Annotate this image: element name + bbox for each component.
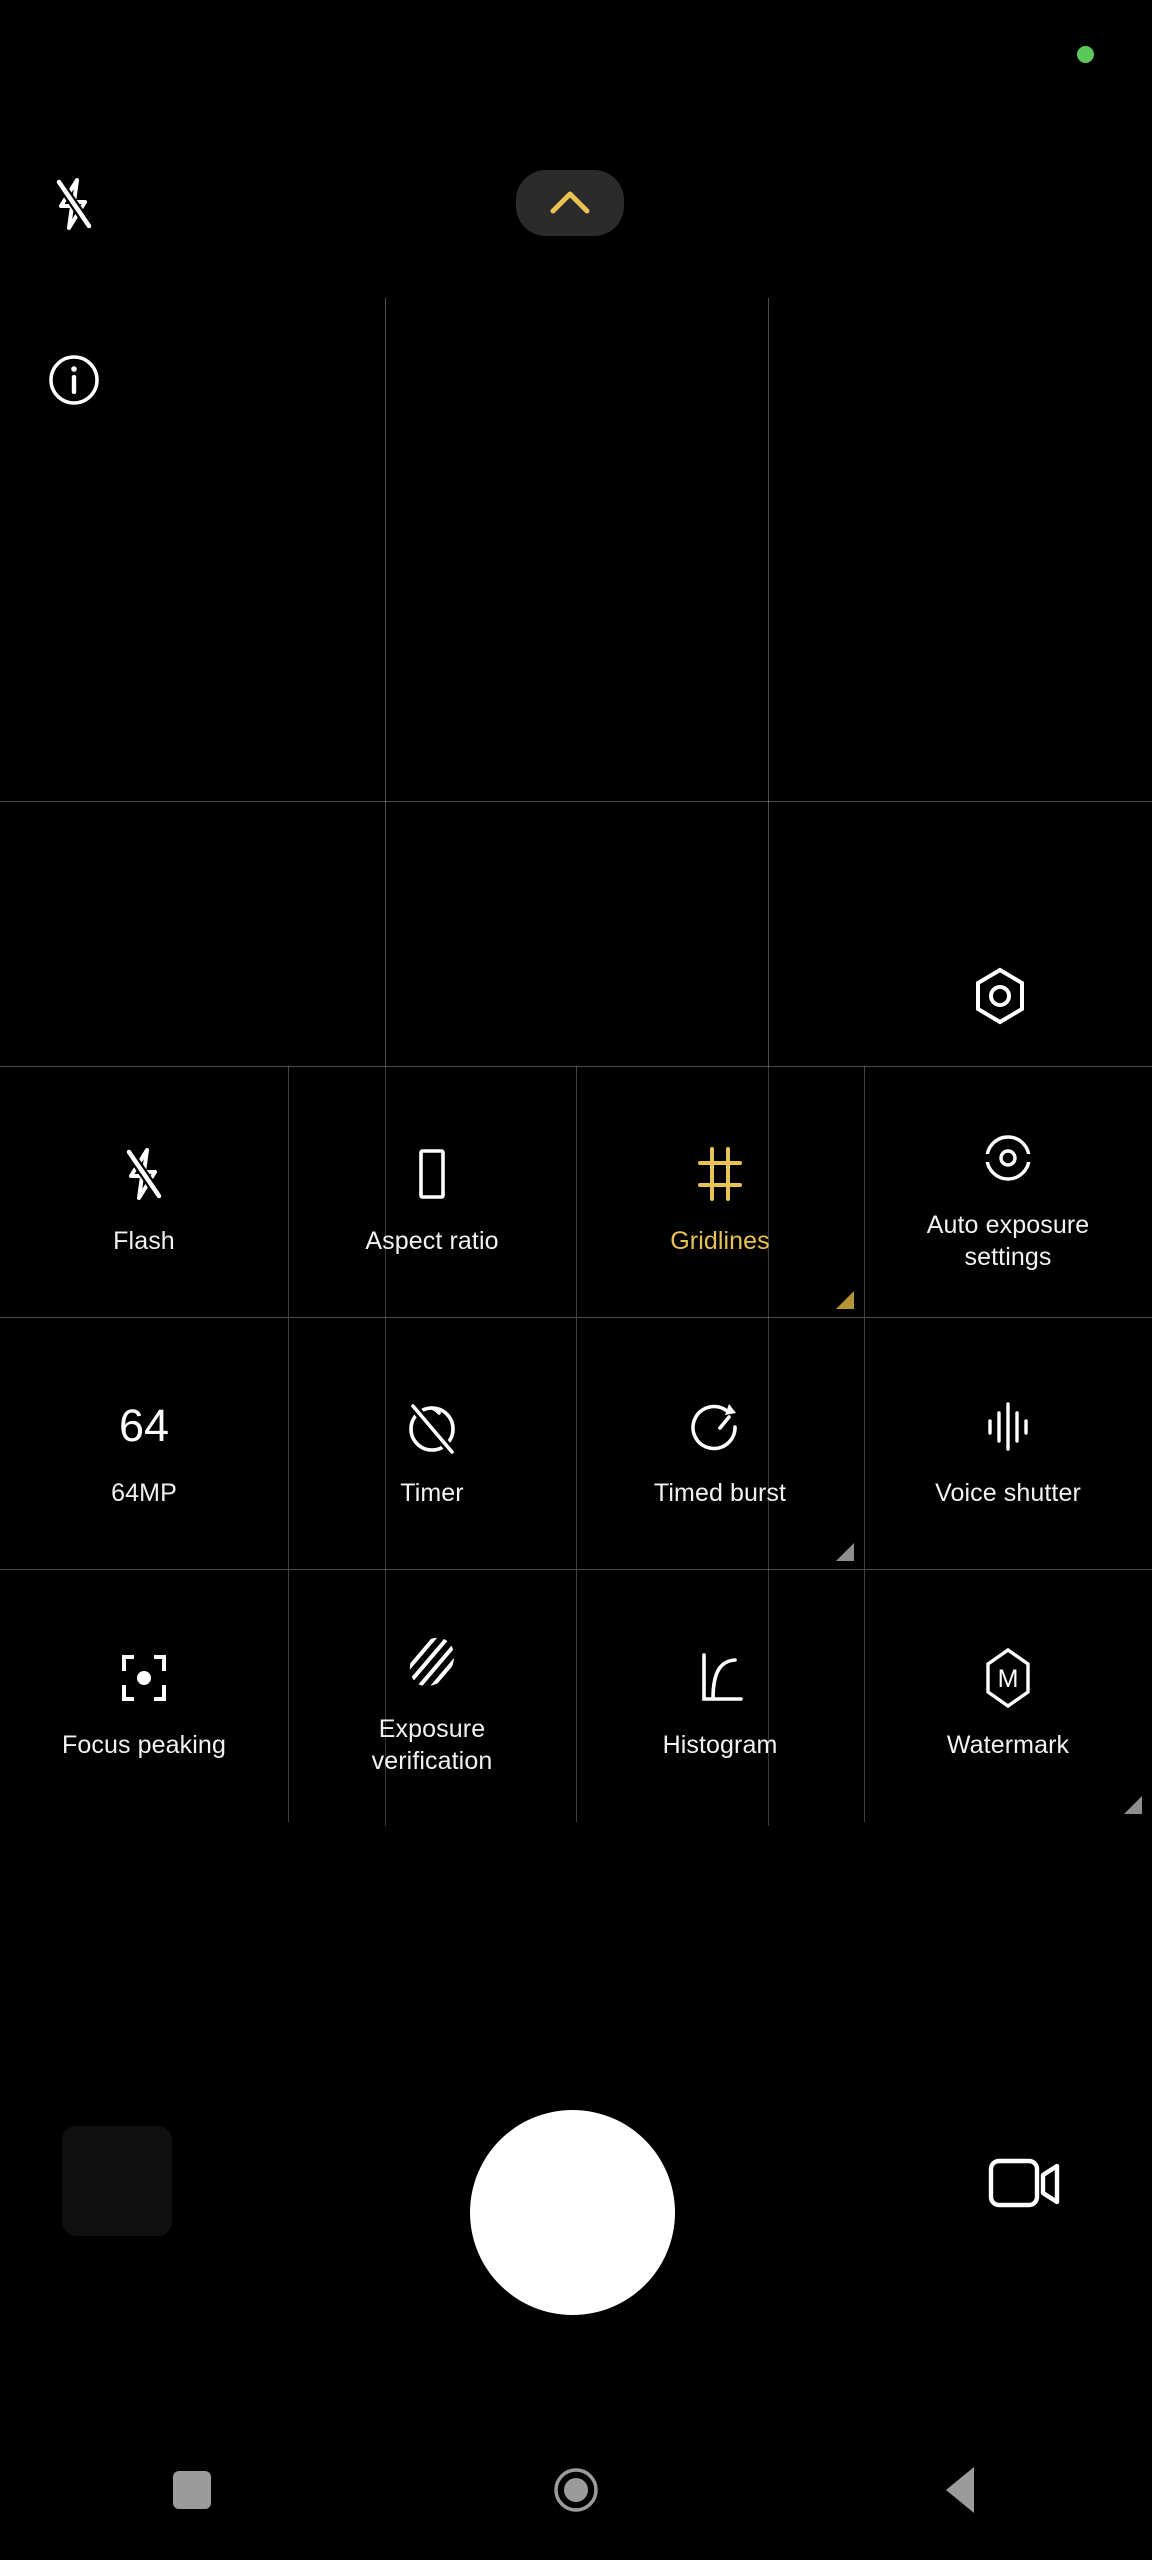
recents-square-icon <box>173 2471 211 2509</box>
setting-label: Histogram <box>662 1731 778 1759</box>
gridline-vertical-2 <box>768 298 769 1066</box>
setting-flash[interactable]: Flash <box>0 1066 288 1317</box>
64mp-icon-text: 64 <box>118 1399 170 1451</box>
setting-gridlines[interactable]: Gridlines <box>576 1066 864 1317</box>
setting-label: Voice shutter <box>935 1478 1081 1507</box>
nav-recents-button[interactable] <box>0 2420 384 2560</box>
setting-label: Gridlines <box>670 1226 770 1255</box>
setting-auto-exposure[interactable]: Auto exposure settings <box>864 1066 1152 1317</box>
setting-exposure-verification[interactable]: Exposure verification <box>288 1570 576 1822</box>
exposure-verification-icon <box>402 1623 462 1701</box>
settings-row: 64 64MP Timer Timed burst Voice shutter <box>0 1318 1152 1570</box>
setting-timer[interactable]: Timer <box>288 1318 576 1569</box>
timed-burst-icon <box>691 1387 749 1465</box>
setting-histogram[interactable]: Histogram <box>576 1570 864 1822</box>
gallery-thumbnail[interactable] <box>62 2126 172 2236</box>
watermark-icon: M <box>981 1639 1035 1717</box>
gridline-vertical-1 <box>385 298 386 1066</box>
setting-label: Watermark <box>946 1731 1070 1759</box>
nav-home-button[interactable] <box>384 2420 768 2560</box>
setting-label: Aspect ratio <box>365 1226 499 1255</box>
settings-row: Focus peaking Exposure verification Hist… <box>0 1570 1152 1822</box>
histogram-icon <box>691 1639 749 1717</box>
settings-row: Flash Aspect ratio Gridlines Auto exposu… <box>0 1066 1152 1318</box>
setting-label: Auto exposure settings <box>926 1210 1090 1271</box>
shutter-button-icon[interactable] <box>470 2110 675 2315</box>
info-icon[interactable] <box>30 336 118 424</box>
hexagon-aperture-icon[interactable] <box>962 958 1038 1034</box>
submenu-marker <box>1124 1796 1142 1814</box>
auto-exposure-icon <box>979 1119 1037 1197</box>
timer-off-icon <box>403 1387 461 1465</box>
camera-app-screen: Flash Aspect ratio Gridlines Auto exposu… <box>0 0 1152 2560</box>
expand-settings-button[interactable] <box>516 170 624 236</box>
settings-panel: Flash Aspect ratio Gridlines Auto exposu… <box>0 1066 1152 1822</box>
video-camera-icon[interactable] <box>970 2132 1080 2232</box>
android-nav-bar <box>0 2420 1152 2560</box>
setting-64mp[interactable]: 64 64MP <box>0 1318 288 1569</box>
nav-back-button[interactable] <box>768 2420 1152 2560</box>
setting-voice-shutter[interactable]: Voice shutter <box>864 1318 1152 1569</box>
setting-focus-peaking[interactable]: Focus peaking <box>0 1570 288 1822</box>
submenu-marker <box>836 1291 854 1309</box>
back-triangle-icon <box>946 2467 974 2513</box>
gridline-horizontal-1 <box>0 801 1152 802</box>
setting-timed-burst[interactable]: Timed burst <box>576 1318 864 1569</box>
home-circle-icon <box>554 2468 598 2512</box>
aspect-ratio-icon <box>410 1135 454 1213</box>
setting-label: Timer <box>400 1478 464 1507</box>
setting-label: Flash <box>113 1226 175 1255</box>
viewfinder[interactable] <box>0 0 1152 1066</box>
setting-label: Exposure verification <box>371 1715 493 1775</box>
setting-aspect-ratio[interactable]: Aspect ratio <box>288 1066 576 1317</box>
setting-label: Timed burst <box>653 1478 787 1507</box>
flash-off-icon[interactable] <box>32 162 116 246</box>
voice-shutter-icon <box>977 1387 1039 1465</box>
gridlines-icon <box>692 1135 748 1213</box>
focus-peaking-icon <box>114 1639 174 1717</box>
chevron-up-icon <box>550 191 590 214</box>
submenu-marker <box>836 1543 854 1561</box>
flash-off-icon <box>121 1135 167 1213</box>
svg-text:M: M <box>998 1665 1019 1693</box>
setting-label: Focus peaking <box>62 1731 226 1759</box>
setting-watermark[interactable]: M Watermark <box>864 1570 1152 1822</box>
setting-label: 64MP <box>111 1478 177 1507</box>
64mp-icon: 64 <box>119 1387 169 1465</box>
